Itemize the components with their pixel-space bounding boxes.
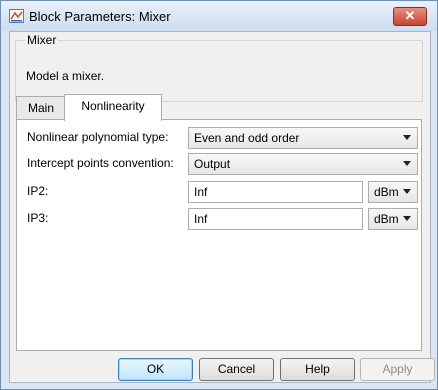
cancel-button[interactable]: Cancel (199, 358, 274, 381)
block-description: Model a mixer. (26, 69, 105, 83)
ip2-label: IP2: (27, 184, 49, 198)
ip2-input[interactable]: Inf (188, 181, 363, 203)
dialog-body: Mixer Model a mixer. Main Nonlinearity N… (9, 31, 435, 383)
tab-nonlinearity[interactable]: Nonlinearity (64, 94, 162, 121)
help-button[interactable]: Help (280, 358, 355, 381)
nonlinear-type-label: Nonlinear polynomial type: (27, 130, 169, 144)
simulink-block-icon (9, 9, 24, 23)
close-button[interactable]: ✕ (393, 7, 427, 26)
window-title: Block Parameters: Mixer (29, 9, 171, 24)
ip3-input[interactable]: Inf (188, 208, 363, 230)
block-name: Mixer (25, 33, 59, 47)
apply-button[interactable]: Apply (360, 358, 435, 381)
ip2-value: Inf (194, 185, 208, 199)
chevron-down-icon (403, 216, 411, 221)
ip2-unit-select[interactable]: dBm (368, 181, 418, 203)
nonlinear-type-value: Even and odd order (194, 131, 300, 145)
ip3-value: Inf (194, 212, 208, 226)
intercept-convention-value: Output (194, 157, 231, 171)
ip2-unit-value: dBm (374, 185, 399, 199)
ip3-unit-select[interactable]: dBm (368, 208, 418, 230)
chevron-down-icon (403, 189, 411, 194)
title-bar[interactable]: Block Parameters: Mixer ✕ (1, 1, 437, 31)
close-icon: ✕ (404, 8, 416, 23)
nonlinear-type-select[interactable]: Even and odd order (188, 127, 418, 149)
ip3-label: IP3: (27, 211, 49, 225)
ip3-unit-value: dBm (374, 212, 399, 226)
intercept-convention-select[interactable]: Output (188, 153, 418, 175)
chevron-down-icon (403, 135, 411, 140)
intercept-convention-label: Intercept points convention: (27, 156, 174, 170)
chevron-down-icon (403, 161, 411, 166)
tab-main[interactable]: Main (16, 96, 66, 121)
tab-main-label: Main (27, 101, 54, 115)
ok-button[interactable]: OK (118, 358, 193, 381)
nonlinearity-panel: Nonlinear polynomial type: Even and odd … (16, 119, 422, 351)
dialog-window: Block Parameters: Mixer ✕ Mixer Model a … (0, 0, 438, 390)
tab-nonlinearity-label: Nonlinearity (81, 99, 145, 113)
block-description-group: Mixer Model a mixer. (15, 33, 423, 102)
